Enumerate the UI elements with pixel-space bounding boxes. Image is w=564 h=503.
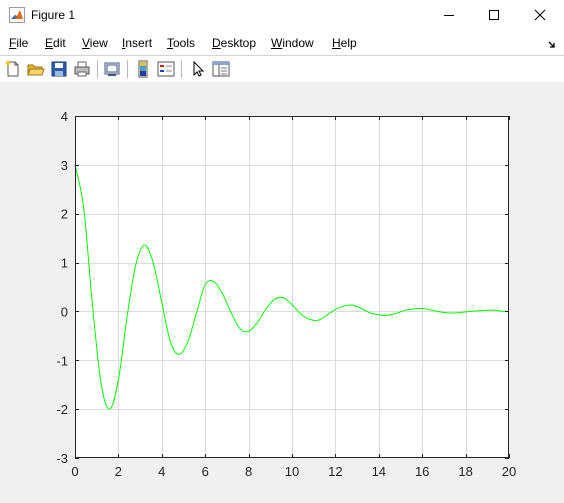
x-tick-label: 8 [245,464,252,479]
line-plot[interactable]: 0 2 4 6 8 10 12 14 16 18 20-3-2-101234 [0,82,564,503]
x-tick-label: 0 [71,464,78,479]
save-icon[interactable] [50,60,68,78]
property-inspector-icon[interactable] [212,60,230,78]
close-icon [534,9,546,21]
x-tick-label: 18 [458,464,472,479]
menu-insert[interactable]: Insert [122,36,152,50]
link-plot-icon[interactable] [103,60,121,78]
maximize-icon [489,10,499,20]
menu-view[interactable]: View [82,36,108,50]
toolbar-separator [127,60,128,78]
close-button[interactable] [517,0,563,30]
menu-help[interactable]: Help [332,36,357,50]
edit-plot-icon[interactable] [189,60,207,78]
minimize-button[interactable] [426,0,472,30]
new-figure-icon[interactable] [4,60,22,78]
x-tick-label: 4 [158,464,165,479]
title-bar[interactable]: Figure 1 [0,0,564,30]
menu-tools[interactable]: Tools [167,36,195,50]
insert-legend-icon[interactable] [157,60,175,78]
y-tick-label: -1 [56,353,68,368]
open-file-icon[interactable] [27,60,45,78]
y-tick-label: 2 [61,207,68,222]
figure-canvas[interactable]: 0 2 4 6 8 10 12 14 16 18 20 -3 -2 -1 0 1 2 3 4 [0,82,564,503]
insert-colorbar-icon[interactable] [134,60,152,78]
figure-toolbar [0,55,564,83]
y-tick-label: -3 [56,451,68,466]
y-tick-label: 1 [61,256,68,271]
menu-window[interactable]: Window [271,36,314,50]
maximize-button[interactable] [471,0,517,30]
menu-desktop[interactable]: Desktop [212,36,256,50]
menu-file[interactable]: File [9,36,28,50]
x-tick-label: 20 [502,464,516,479]
window-title: Figure 1 [31,8,76,22]
y-tick-label: 3 [61,158,68,173]
x-tick-label: 14 [372,464,386,479]
toolbar-separator [97,60,98,78]
y-tick-label: 4 [61,109,68,124]
matlab-logo-icon [9,7,25,23]
minimize-icon [444,15,454,16]
x-tick-label: 16 [415,464,429,479]
x-tick-label: 12 [328,464,342,479]
y-tick-label: -2 [56,402,68,417]
menu-bar: File Edit View Insert Tools Desktop Wind… [0,30,564,55]
y-tick-label: 0 [61,304,68,319]
menu-edit[interactable]: Edit [45,36,66,50]
x-tick-label: 2 [115,464,122,479]
x-tick-label: 6 [202,464,209,479]
toolbar-separator [181,60,182,78]
x-tick-label: 10 [285,464,299,479]
dock-arrow-icon[interactable] [548,38,556,52]
print-icon[interactable] [73,60,91,78]
